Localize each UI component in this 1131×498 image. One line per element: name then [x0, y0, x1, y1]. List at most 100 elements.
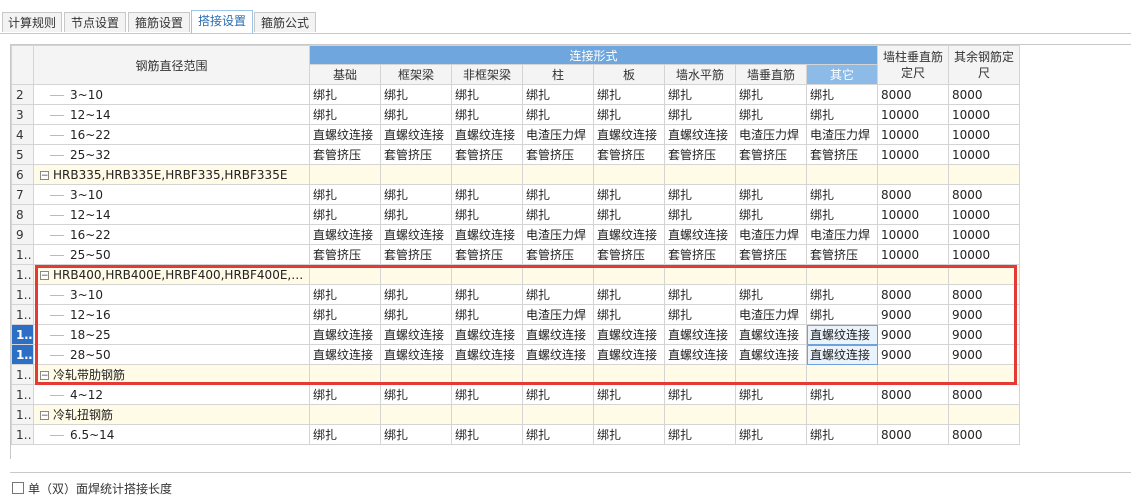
weld-lap-checkbox[interactable] [12, 482, 24, 494]
connection-cell[interactable]: 电渣压力焊 [735, 124, 807, 145]
table-row[interactable]: 8 12~14 绑扎 绑扎 绑扎 绑扎 绑扎 绑扎 绑扎 绑扎 10000 10000 [11, 204, 1021, 225]
row-number[interactable]: 14 [11, 324, 34, 345]
table-row[interactable]: 12 3~10 绑扎 绑扎 绑扎 绑扎 绑扎 绑扎 绑扎 绑扎 8000 8000 [11, 284, 1021, 305]
connection-cell[interactable]: 绑扎 [380, 304, 452, 325]
connection-cell[interactable]: 绑扎 [805, 424, 879, 445]
connection-cell[interactable]: 绑扎 [593, 284, 665, 305]
connection-cell[interactable]: 绑扎 [664, 304, 736, 325]
connection-cell[interactable]: 电渣压力焊 [805, 224, 879, 245]
connection-cell[interactable]: 直螺纹连接 [664, 124, 736, 145]
connection-cell[interactable]: 绑扎 [805, 304, 879, 325]
connection-cell[interactable]: 直螺纹连接 [451, 324, 523, 345]
wall-column-length-cell[interactable]: 9000 [877, 304, 950, 325]
other-length-cell[interactable]: 8000 [948, 424, 1021, 445]
wall-column-length-cell[interactable]: 8000 [877, 424, 950, 445]
connection-cell[interactable]: 绑扎 [380, 384, 452, 405]
connection-cell[interactable]: 套管挤压 [664, 244, 736, 265]
connection-cell[interactable]: 绑扎 [735, 184, 807, 205]
connection-cell[interactable]: 直螺纹连接 [451, 344, 523, 365]
connection-cell[interactable]: 绑扎 [805, 84, 879, 105]
connection-cell[interactable]: 绑扎 [451, 204, 523, 225]
group-row[interactable]: 18− 冷轧扭钢筋 [11, 404, 1021, 425]
connection-cell[interactable]: 绑扎 [664, 84, 736, 105]
wall-column-length-cell[interactable]: 8000 [877, 284, 950, 305]
connection-cell[interactable]: 直螺纹连接 [309, 324, 381, 345]
wall-column-length-cell[interactable]: 10000 [877, 244, 950, 265]
row-number[interactable]: 19 [11, 424, 34, 445]
connection-cell[interactable]: 直螺纹连接 [593, 324, 665, 345]
other-length-cell[interactable]: 8000 [948, 284, 1021, 305]
connection-cell[interactable]: 直螺纹连接 [664, 224, 736, 245]
connection-cell[interactable]: 绑扎 [451, 304, 523, 325]
collapse-icon[interactable]: − [40, 371, 49, 381]
connection-cell[interactable]: 绑扎 [380, 84, 452, 105]
connection-cell[interactable]: 绑扎 [522, 84, 594, 105]
connection-cell[interactable]: 绑扎 [805, 104, 879, 125]
connection-cell[interactable]: 套管挤压 [522, 144, 594, 165]
wall-column-length-cell[interactable]: 10000 [877, 124, 950, 145]
tab-stirrup-formula[interactable]: 箍筋公式 [254, 12, 316, 32]
connection-cell[interactable]: 绑扎 [309, 184, 381, 205]
table-row[interactable]: 13 12~16 绑扎 绑扎 绑扎 电渣压力焊 绑扎 绑扎 电渣压力焊 绑扎 9000 9000 [11, 304, 1021, 325]
connection-cell[interactable]: 套管挤压 [451, 144, 523, 165]
connection-cell[interactable]: 绑扎 [593, 184, 665, 205]
group-name-cell[interactable]: − 冷轧扭钢筋 [33, 404, 310, 425]
row-number[interactable]: 9 [11, 224, 34, 245]
connection-cell[interactable]: 绑扎 [664, 284, 736, 305]
connection-cell[interactable]: 绑扎 [380, 424, 452, 445]
connection-cell[interactable]: 电渣压力焊 [805, 124, 879, 145]
other-length-cell[interactable]: 10000 [948, 124, 1021, 145]
collapse-icon[interactable]: − [40, 270, 49, 280]
connection-cell[interactable]: 绑扎 [664, 184, 736, 205]
group-name-cell[interactable]: − 冷轧带肋钢筋 [33, 364, 310, 385]
connection-cell[interactable]: 直螺纹连接 [309, 124, 381, 145]
table-row[interactable]: 5 25~32 套管挤压 套管挤压 套管挤压 套管挤压 套管挤压 套管挤压 套管挤压 套管挤压 10… [11, 144, 1021, 165]
connection-cell[interactable]: 绑扎 [735, 84, 807, 105]
connection-cell[interactable]: 绑扎 [522, 424, 594, 445]
connection-cell[interactable]: 直螺纹连接 [805, 344, 879, 365]
connection-cell[interactable]: 直螺纹连接 [735, 344, 807, 365]
row-number[interactable]: 12 [11, 284, 34, 305]
connection-cell[interactable]: 电渣压力焊 [522, 124, 594, 145]
connection-cell[interactable]: 直螺纹连接 [309, 344, 381, 365]
connection-cell[interactable]: 绑扎 [805, 204, 879, 225]
group-row[interactable]: 6− HRB335,HRB335E,HRBF335,HRBF335E [11, 164, 1021, 185]
connection-cell[interactable]: 绑扎 [309, 424, 381, 445]
connection-cell[interactable]: 绑扎 [309, 104, 381, 125]
other-length-cell[interactable]: 10000 [948, 244, 1021, 265]
connection-cell[interactable]: 绑扎 [735, 284, 807, 305]
connection-cell[interactable]: 电渣压力焊 [522, 224, 594, 245]
table-row[interactable]: 15 28~50 直螺纹连接 直螺纹连接 直螺纹连接 直螺纹连接 直螺纹连接 直螺纹连接 直螺纹… [11, 344, 1021, 365]
connection-cell[interactable]: 套管挤压 [309, 144, 381, 165]
wall-column-length-cell[interactable]: 10000 [877, 224, 950, 245]
tab-calc-rules[interactable]: 计算规则 [2, 12, 62, 32]
connection-cell[interactable]: 绑扎 [309, 384, 381, 405]
table-row[interactable]: 10 25~50 套管挤压 套管挤压 套管挤压 套管挤压 套管挤压 套管挤压 套管挤压 套管挤压 1… [11, 244, 1021, 265]
connection-cell[interactable]: 直螺纹连接 [522, 324, 594, 345]
other-length-cell[interactable]: 8000 [948, 184, 1021, 205]
connection-cell[interactable]: 绑扎 [664, 104, 736, 125]
connection-cell[interactable]: 绑扎 [451, 104, 523, 125]
connection-cell[interactable]: 套管挤压 [380, 244, 452, 265]
connection-cell[interactable]: 直螺纹连接 [380, 344, 452, 365]
connection-cell[interactable]: 直螺纹连接 [664, 324, 736, 345]
connection-cell[interactable]: 绑扎 [664, 424, 736, 445]
connection-cell[interactable]: 绑扎 [309, 84, 381, 105]
row-number[interactable]: 7 [11, 184, 34, 205]
connection-cell[interactable]: 绑扎 [451, 384, 523, 405]
connection-cell[interactable]: 绑扎 [735, 424, 807, 445]
row-number[interactable]: 4 [11, 124, 34, 145]
table-row[interactable]: 4 16~22 直螺纹连接 直螺纹连接 直螺纹连接 电渣压力焊 直螺纹连接 直螺纹连接 电渣压力… [11, 124, 1021, 145]
connection-cell[interactable]: 绑扎 [380, 204, 452, 225]
other-length-cell[interactable]: 9000 [948, 324, 1021, 345]
connection-cell[interactable]: 绑扎 [735, 384, 807, 405]
other-length-cell[interactable]: 10000 [948, 144, 1021, 165]
wall-column-length-cell[interactable]: 9000 [877, 324, 950, 345]
connection-cell[interactable]: 直螺纹连接 [593, 124, 665, 145]
table-row[interactable]: 7 3~10 绑扎 绑扎 绑扎 绑扎 绑扎 绑扎 绑扎 绑扎 8000 8000 [11, 184, 1021, 205]
connection-cell[interactable]: 直螺纹连接 [451, 224, 523, 245]
row-number[interactable]: 10 [11, 244, 34, 265]
group-name-cell[interactable]: − HRB335,HRB335E,HRBF335,HRBF335E [33, 164, 310, 185]
connection-cell[interactable]: 套管挤压 [380, 144, 452, 165]
connection-cell[interactable]: 直螺纹连接 [522, 344, 594, 365]
